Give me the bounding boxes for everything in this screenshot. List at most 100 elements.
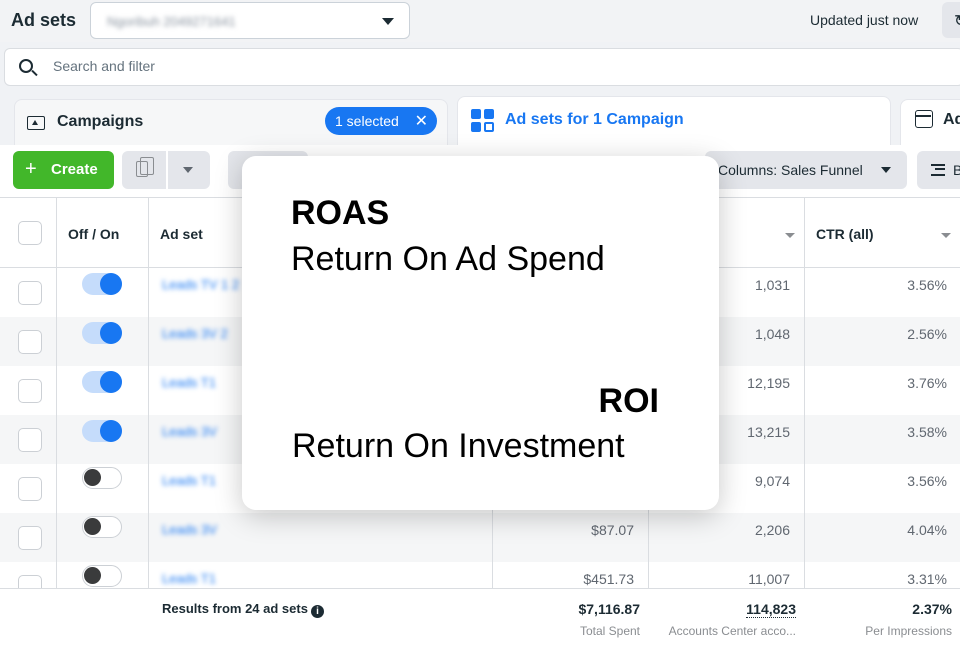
adset-name-link[interactable]: Leads T1 (162, 571, 216, 586)
tab-ads[interactable]: Ad (900, 99, 960, 149)
chevron-down-icon (881, 167, 891, 173)
breakdown-button[interactable]: B (917, 151, 960, 189)
header-adset[interactable]: Ad set (160, 226, 203, 242)
footer-ctr-label: Per Impressions (865, 624, 952, 638)
roi-subtitle: Return On Investment (292, 427, 625, 465)
adset-name-link[interactable]: Leads T1 (162, 375, 216, 390)
row-ctr: 3.56% (907, 277, 947, 293)
row-toggle[interactable] (82, 565, 122, 587)
account-dropdown-value: Ngoribuh 2049271641 (107, 14, 236, 29)
row-toggle[interactable] (82, 516, 122, 538)
row-ctr: 4.04% (907, 522, 947, 538)
toggle-knob (84, 469, 101, 486)
results-summary-label: Results from 24 ad sets (162, 601, 308, 616)
breakdown-icon (931, 164, 945, 176)
row-reach: 12,195 (747, 375, 790, 391)
row-reach: 1,031 (754, 277, 790, 293)
row-checkbox[interactable] (18, 477, 42, 501)
ad-icon (915, 110, 933, 128)
row-checkbox[interactable] (18, 526, 42, 550)
row-toggle[interactable] (82, 371, 122, 393)
row-toggle[interactable] (82, 322, 122, 344)
search-input[interactable] (53, 58, 653, 74)
chevron-down-icon (382, 18, 394, 25)
tab-adsets[interactable]: Ad sets for 1 Campaign (457, 96, 891, 146)
adset-name-link[interactable]: Leads 3V (162, 522, 217, 537)
duplicate-dropdown-button[interactable] (168, 151, 210, 189)
row-toggle[interactable] (82, 273, 122, 295)
create-button[interactable]: + Create (13, 151, 114, 189)
roas-subtitle: Return On Ad Spend (291, 240, 605, 278)
page-title: Ad sets (11, 10, 77, 30)
footer-ctr-value: 2.37% (912, 601, 952, 617)
plus-icon: + (25, 158, 37, 180)
footer-spent-value: $7,116.87 (578, 601, 640, 617)
row-reach: 1,048 (754, 326, 790, 342)
info-icon[interactable]: i (310, 605, 324, 618)
header-toggle[interactable]: Off / On (68, 226, 119, 242)
adset-name-link[interactable]: Leads 3V 2 (162, 326, 228, 341)
chevron-down-icon (183, 167, 193, 173)
top-bar: Ad sets Ngoribuh 2049271641 Updated just… (0, 0, 960, 42)
table-footer: Results from 24 ad sets i $7,116.87 Total… (0, 588, 960, 655)
row-reach: 11,007 (748, 571, 790, 587)
close-icon[interactable]: ✕ (415, 111, 428, 131)
columns-button-label: Columns: Sales Funnel (718, 162, 863, 178)
toggle-knob (100, 420, 122, 442)
selected-chip-label: 1 selected (335, 113, 399, 129)
row-ctr: 3.31% (907, 571, 947, 587)
toggle-knob (100, 371, 122, 393)
adsets-grid-icon (471, 109, 495, 133)
tab-adsets-label: Ad sets for 1 Campaign (505, 111, 684, 128)
sort-caret-icon[interactable] (941, 233, 951, 238)
roas-title: ROAS (291, 194, 390, 232)
row-ctr: 3.56% (907, 473, 947, 489)
tab-ads-label: Ad (943, 111, 960, 128)
roi-title: ROI (598, 382, 659, 420)
row-reach: 13,215 (747, 424, 790, 440)
row-ctr: 3.58% (907, 424, 947, 440)
table-row[interactable]: Leads 3V $87.07 2,206 4.04% (0, 513, 960, 562)
adset-name-link[interactable]: Leads T1 (162, 473, 216, 488)
create-button-label: Create (51, 161, 98, 178)
refresh-button[interactable]: ↻ (942, 2, 960, 38)
row-toggle[interactable] (82, 467, 122, 489)
row-amount: $87.07 (591, 522, 634, 538)
toggle-knob (84, 567, 101, 584)
header-ctr[interactable]: CTR (all) (816, 226, 874, 242)
search-bar[interactable] (4, 48, 960, 86)
adset-name-link[interactable]: Leads TV 1 2 (162, 277, 239, 292)
row-reach: 9,074 (754, 473, 790, 489)
row-checkbox[interactable] (18, 281, 42, 305)
folder-icon (27, 116, 45, 130)
footer-reach-value: 114,823 (746, 601, 796, 618)
results-summary: Results from 24 ad sets i (162, 601, 324, 618)
tab-campaigns-label: Campaigns (57, 113, 144, 130)
select-all-checkbox[interactable] (18, 221, 42, 245)
row-toggle[interactable] (82, 420, 122, 442)
footer-spent-label: Total Spent (579, 624, 640, 638)
toggle-knob (84, 518, 101, 535)
column-divider (804, 198, 805, 655)
duplicate-icon (136, 157, 154, 177)
toggle-knob (100, 273, 122, 295)
columns-button[interactable]: Columns: Sales Funnel (705, 151, 907, 189)
tab-campaigns[interactable]: Campaigns 1 selected ✕ (14, 99, 448, 146)
row-checkbox[interactable] (18, 330, 42, 354)
duplicate-button[interactable] (122, 151, 166, 189)
row-checkbox[interactable] (18, 379, 42, 403)
selected-chip[interactable]: 1 selected ✕ (325, 107, 437, 135)
account-dropdown[interactable]: Ngoribuh 2049271641 (90, 2, 410, 39)
sort-caret-icon[interactable] (785, 233, 795, 238)
column-divider (56, 198, 57, 588)
row-ctr: 3.76% (907, 375, 947, 391)
search-icon (19, 59, 33, 73)
row-reach: 2,206 (754, 522, 790, 538)
row-checkbox[interactable] (18, 428, 42, 452)
row-amount: $451.73 (583, 571, 634, 587)
adset-name-link[interactable]: Leads 3V (162, 424, 217, 439)
footer-reach-label: Accounts Center acco... (668, 624, 796, 638)
metrics-definition-card: ROAS Return On Ad Spend ROI Return On In… (242, 156, 719, 510)
refresh-icon: ↻ (954, 11, 960, 31)
updated-status: Updated just now (810, 12, 919, 28)
